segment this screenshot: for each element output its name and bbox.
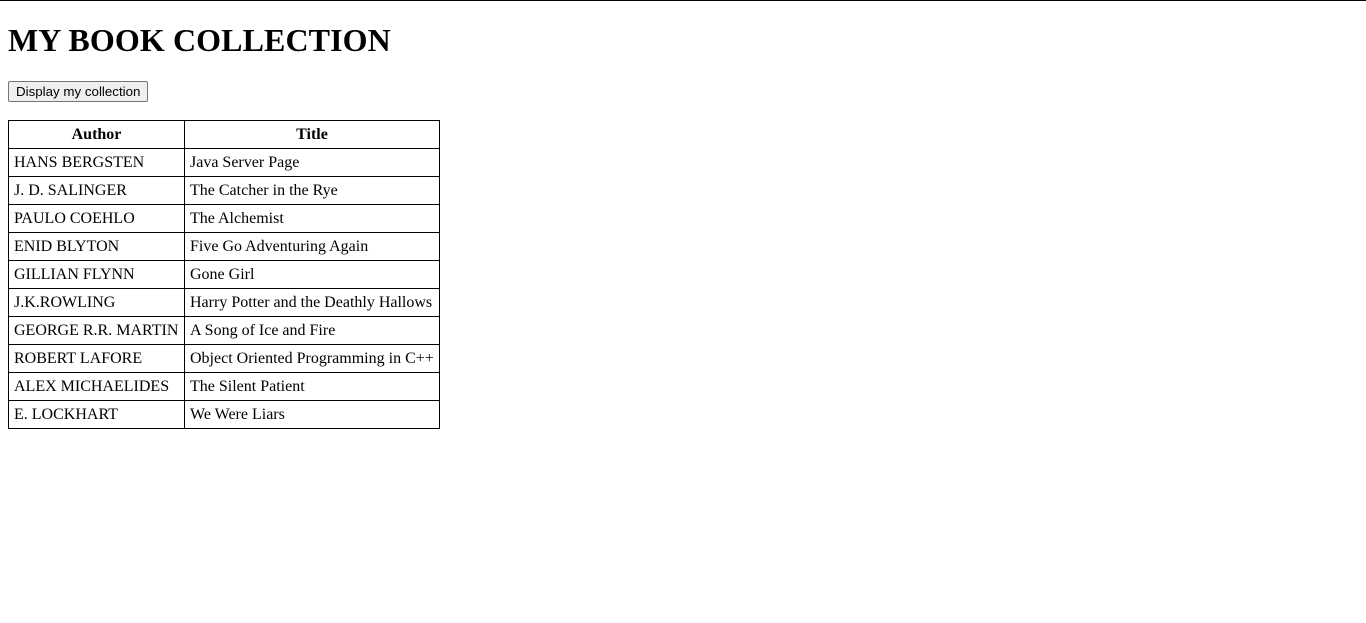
book-table-body: HANS BERGSTEN Java Server Page J. D. SAL… [8,148,440,429]
table-row: PAULO COEHLO The Alchemist [8,204,440,233]
book-table-header: Author Title [8,120,440,149]
page-body: MY BOOK COLLECTION Display my collection… [8,0,440,429]
table-row: ROBERT LAFORE Object Oriented Programmin… [8,344,440,373]
title-cell: The Silent Patient [184,372,440,401]
title-cell: Gone Girl [184,260,440,289]
book-table: Author Title HANS BERGSTEN Java Server P… [8,120,440,429]
author-cell: PAULO COEHLO [8,204,185,233]
table-row: GEORGE R.R. MARTIN A Song of Ice and Fir… [8,316,440,345]
title-cell: A Song of Ice and Fire [184,316,440,345]
page-title: MY BOOK COLLECTION [8,22,391,58]
author-column-header: Author [8,120,185,149]
author-cell: ALEX MICHAELIDES [8,372,185,401]
title-cell: Java Server Page [184,148,440,177]
table-row: ENID BLYTON Five Go Adventuring Again [8,232,440,261]
author-cell: GILLIAN FLYNN [8,260,185,289]
title-cell: We Were Liars [184,400,440,429]
title-cell: The Catcher in the Rye [184,176,440,205]
author-cell: HANS BERGSTEN [8,148,185,177]
author-cell: J. D. SALINGER [8,176,185,205]
title-cell: Harry Potter and the Deathly Hallows [184,288,440,317]
header-row: Author Title [8,120,440,149]
title-cell: The Alchemist [184,204,440,233]
author-cell: E. LOCKHART [8,400,185,429]
table-row: GILLIAN FLYNN Gone Girl [8,260,440,289]
title-column-header: Title [184,120,440,149]
table-row: ALEX MICHAELIDES The Silent Patient [8,372,440,401]
title-cell: Object Oriented Programming in C++ [184,344,440,373]
display-collection-button[interactable]: Display my collection [8,81,149,102]
table-row: J.K.ROWLING Harry Potter and the Deathly… [8,288,440,317]
table-row: J. D. SALINGER The Catcher in the Rye [8,176,440,205]
author-cell: GEORGE R.R. MARTIN [8,316,185,345]
author-cell: ROBERT LAFORE [8,344,185,373]
table-row: HANS BERGSTEN Java Server Page [8,148,440,177]
author-cell: J.K.ROWLING [8,288,185,317]
title-cell: Five Go Adventuring Again [184,232,440,261]
table-row: E. LOCKHART We Were Liars [8,400,440,429]
author-cell: ENID BLYTON [8,232,185,261]
